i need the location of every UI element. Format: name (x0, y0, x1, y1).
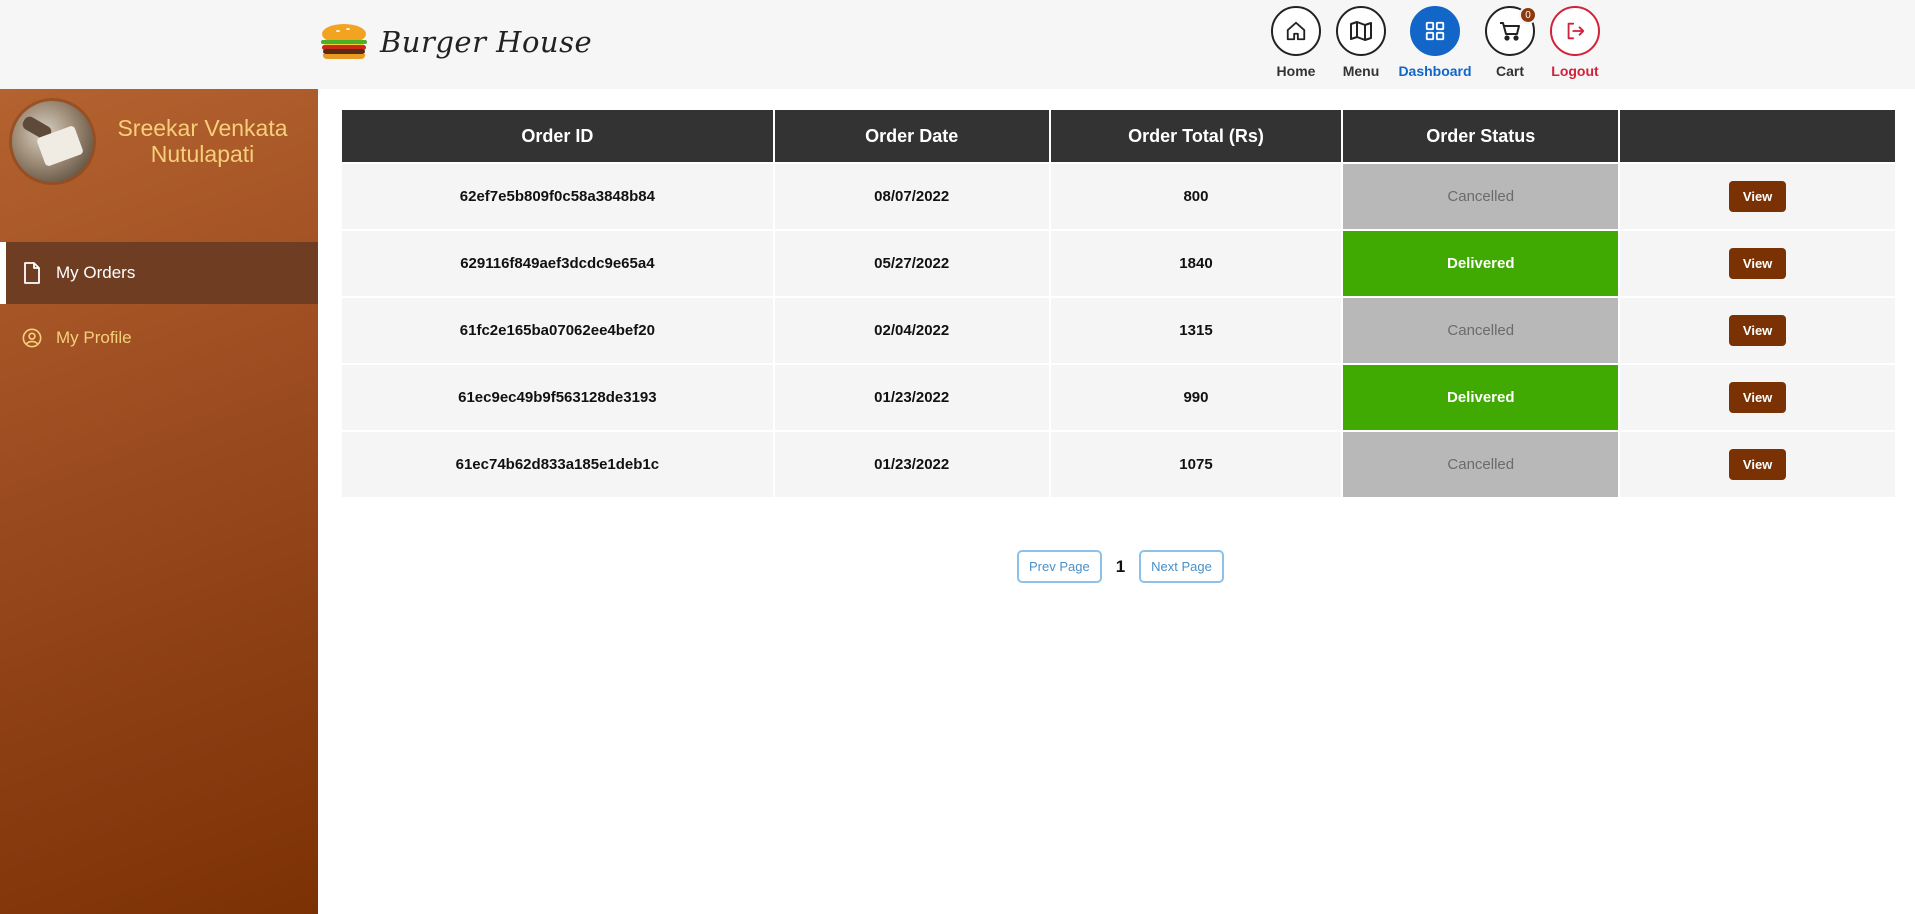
view-order-button[interactable]: View (1728, 382, 1787, 413)
user-circle-icon (22, 327, 42, 349)
nav-cart-label: Cart (1495, 63, 1524, 79)
grid-icon (1425, 21, 1445, 41)
cart-icon (1500, 22, 1520, 41)
order-id-cell: 61fc2e165ba07062ee4bef20 (342, 298, 773, 363)
nav-dashboard-label: Dashboard (1398, 63, 1472, 79)
top-header: Burger House Home Menu Dashboard 0 Cart … (0, 0, 1915, 89)
map-icon (1350, 21, 1372, 41)
column-header-order-total: Order Total (Rs) (1050, 110, 1342, 162)
sidebar-item-label: My Orders (56, 263, 136, 282)
table-row: 61ec74b62d833a185e1deb1c 01/23/2022 1075… (342, 432, 1895, 497)
table-row: 61ec9ec49b9f563128de3193 01/23/2022 990 … (342, 365, 1895, 430)
table-row: 61fc2e165ba07062ee4bef20 02/04/2022 1315… (342, 298, 1895, 363)
prev-page-button[interactable]: Prev Page (1017, 550, 1102, 583)
nav-cart-circle[interactable]: 0 (1485, 6, 1537, 56)
document-icon (22, 262, 42, 284)
table-header-row: Order ID Order Date Order Total (Rs) Ord… (342, 110, 1895, 162)
order-status-cell: Cancelled (1343, 298, 1619, 363)
column-header-order-id: Order ID (342, 110, 773, 162)
order-id-cell: 61ec74b62d833a185e1deb1c (342, 432, 773, 497)
logout-icon (1567, 22, 1585, 40)
current-page-number: 1 (1115, 556, 1126, 576)
order-action-cell: View (1620, 365, 1895, 430)
sidebar: Sreekar Venkata Nutulapati My Orders My … (0, 89, 318, 914)
order-total-cell: 990 (1050, 365, 1342, 430)
home-icon (1286, 21, 1306, 41)
avatar (12, 101, 93, 182)
order-date-cell: 02/04/2022 (774, 298, 1049, 363)
sidebar-item-my-orders[interactable]: My Orders (0, 242, 318, 304)
nav-home-circle[interactable] (1271, 6, 1321, 56)
view-order-button[interactable]: View (1728, 248, 1787, 279)
nav-cart[interactable]: 0 Cart (1475, 6, 1545, 79)
order-id-cell: 62ef7e5b809f0c58a3848b84 (342, 164, 773, 229)
order-id-cell: 629116f849aef3dcdc9e65a4 (342, 231, 773, 296)
column-header-actions (1620, 110, 1895, 162)
nav-logout[interactable]: Logout (1540, 6, 1610, 79)
nav-home-label: Home (1276, 63, 1316, 79)
nav-dashboard[interactable]: Dashboard (1398, 6, 1472, 79)
view-order-button[interactable]: View (1728, 449, 1787, 480)
order-action-cell: View (1620, 231, 1895, 296)
order-status-cell: Cancelled (1343, 164, 1619, 229)
nav-menu-label: Menu (1342, 63, 1380, 79)
view-order-button[interactable]: View (1728, 181, 1787, 212)
table-row: 629116f849aef3dcdc9e65a4 05/27/2022 1840… (342, 231, 1895, 296)
pagination: Prev Page 1 Next Page (1017, 550, 1224, 583)
view-order-button[interactable]: View (1728, 315, 1787, 346)
order-action-cell: View (1620, 298, 1895, 363)
order-status-cell: Cancelled (1343, 432, 1619, 497)
order-action-cell: View (1620, 432, 1895, 497)
nav-logout-label: Logout (1551, 63, 1599, 79)
cart-count-badge: 0 (1519, 6, 1537, 24)
nav-menu[interactable]: Menu (1326, 6, 1396, 79)
order-action-cell: View (1620, 164, 1895, 229)
nav-logout-circle[interactable] (1550, 6, 1600, 56)
order-status-cell: Delivered (1343, 365, 1619, 430)
user-name: Sreekar Venkata Nutulapati (117, 115, 288, 167)
column-header-order-status: Order Status (1343, 110, 1619, 162)
order-total-cell: 1315 (1050, 298, 1342, 363)
order-total-cell: 1075 (1050, 432, 1342, 497)
sidebar-item-my-profile[interactable]: My Profile (0, 307, 318, 369)
nav-menu-circle[interactable] (1336, 6, 1386, 56)
nav-dashboard-circle[interactable] (1410, 6, 1460, 56)
order-date-cell: 01/23/2022 (774, 432, 1049, 497)
orders-table: Order ID Order Date Order Total (Rs) Ord… (340, 108, 1897, 499)
order-date-cell: 05/27/2022 (774, 231, 1049, 296)
table-row: 62ef7e5b809f0c58a3848b84 08/07/2022 800 … (342, 164, 1895, 229)
nav-home[interactable]: Home (1261, 6, 1331, 79)
column-header-order-date: Order Date (774, 110, 1049, 162)
order-total-cell: 800 (1050, 164, 1342, 229)
order-date-cell: 01/23/2022 (774, 365, 1049, 430)
main-nav: Home Menu Dashboard 0 Cart Logout (0, 6, 1915, 86)
order-total-cell: 1840 (1050, 231, 1342, 296)
order-id-cell: 61ec9ec49b9f563128de3193 (342, 365, 773, 430)
next-page-button[interactable]: Next Page (1139, 550, 1224, 583)
order-date-cell: 08/07/2022 (774, 164, 1049, 229)
order-status-cell: Delivered (1343, 231, 1619, 296)
sidebar-item-label: My Profile (56, 328, 132, 347)
